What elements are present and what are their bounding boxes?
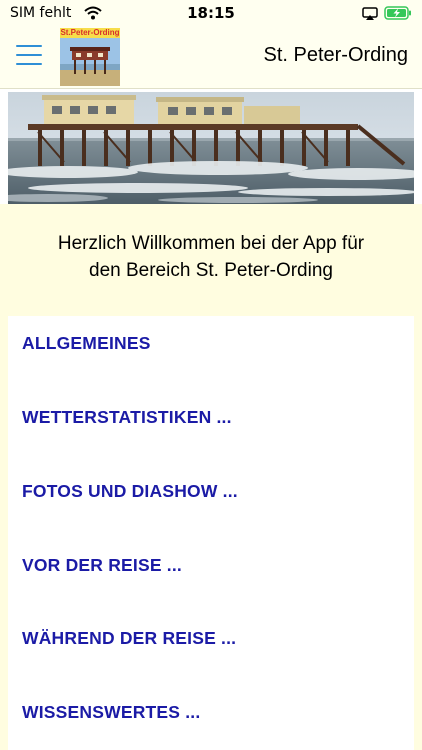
app-logo: St.Peter-Ording — [60, 28, 120, 86]
welcome-line-2: den Bereich St. Peter-Ording — [89, 260, 333, 281]
status-bar: SIM fehlt 18:15 — [0, 0, 422, 26]
welcome-text: Herzlich Willkommen bei der App für den … — [8, 230, 414, 284]
menu-item-wissenswertes[interactable]: WISSENSWERTES ... — [22, 702, 200, 723]
menu-item-allgemeines[interactable]: ALLGEMEINES — [22, 333, 151, 354]
welcome-line-1: Herzlich Willkommen bei der App für — [57, 233, 365, 254]
hero-image — [8, 92, 414, 204]
airplay-icon — [362, 6, 378, 25]
navigation-bar: St.Peter-Ording St. Peter-Ording — [0, 26, 422, 89]
menu-panel: ALLGEMEINES WETTERSTATISTIKEN ... FOTOS … — [8, 316, 414, 750]
menu-item-fotos-und-diashow[interactable]: FOTOS UND DIASHOW ... — [22, 481, 238, 502]
page-title: St. Peter-Ording — [263, 44, 408, 66]
logo-text: St.Peter-Ording — [60, 28, 120, 38]
menu-item-wetterstatistiken[interactable]: WETTERSTATISTIKEN ... — [22, 407, 232, 428]
clock: 18:15 — [187, 4, 235, 22]
hamburger-menu-icon[interactable] — [16, 42, 42, 68]
menu-item-waehrend-der-reise[interactable]: WÄHREND DER REISE ... — [22, 628, 236, 649]
content-area: Herzlich Willkommen bei der App für den … — [0, 204, 422, 750]
battery-charging-icon — [384, 5, 412, 24]
menu-item-vor-der-reise[interactable]: VOR DER REISE ... — [22, 555, 182, 576]
